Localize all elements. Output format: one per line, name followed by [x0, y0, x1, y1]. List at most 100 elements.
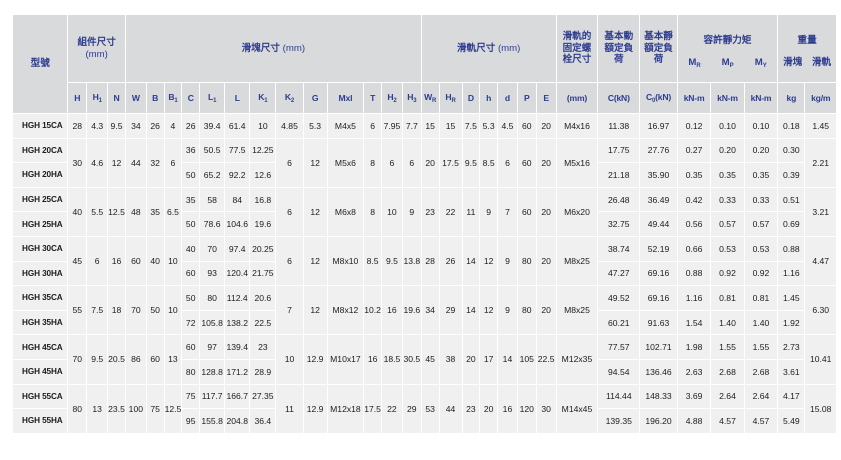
- cell-MP: 2.68: [710, 358, 745, 385]
- cell-N: 23.5: [107, 383, 126, 434]
- cell-h: 8.5: [479, 137, 499, 188]
- moment-subheads: MR MP MY: [678, 57, 776, 71]
- cell-L: 120.4: [224, 260, 251, 287]
- cell-D: 11: [461, 186, 481, 237]
- weight-rail-head: 滑軌: [811, 56, 832, 68]
- cell-wblock: 0.69: [777, 211, 806, 237]
- cell-L: 97.4: [224, 235, 251, 262]
- cell-MY: 0.81: [743, 285, 779, 311]
- cell-d: 4.5: [497, 113, 518, 139]
- cell-C0: 148.33: [639, 383, 678, 410]
- cell-B: 50: [145, 285, 165, 336]
- cell-H: 28: [67, 113, 88, 139]
- cell-H2: 10: [380, 186, 403, 237]
- cell-WR: 34: [420, 285, 440, 336]
- cell-P: 60: [516, 113, 537, 139]
- table-row: HGH 15CA 28 4.3 9.5 34 26 4 26 39.4 61.4 10 4.85 5.3…: [12, 113, 837, 139]
- cell-d: 14: [497, 334, 518, 385]
- cell-L1: 80: [199, 285, 226, 311]
- col-H: H: [67, 82, 88, 114]
- cell-B1: 10: [163, 235, 183, 287]
- model-cell: HGH 20HA: [12, 162, 69, 188]
- cell-C_kN: 38.74: [597, 235, 641, 262]
- cell-C0: 136.46: [639, 358, 678, 385]
- cell-N: 12.5: [107, 186, 126, 237]
- cell-G: 12: [302, 235, 328, 287]
- cell-W: 100: [124, 383, 147, 434]
- cell-H1: 9.5: [86, 334, 109, 385]
- cell-C_kN: 17.75: [597, 137, 641, 164]
- moment-header: 容許靜力矩 MR MP MY: [676, 14, 779, 83]
- cell-D: 7.5: [461, 113, 481, 139]
- table-row: HGH 55CA 80 13 23.5 100 75 12.5 75 117.7 166.7 27.…: [12, 383, 837, 434]
- col-P: P: [516, 82, 537, 114]
- cell-L: 139.4: [224, 334, 251, 360]
- cell-H1: 13: [86, 383, 109, 434]
- cell-L1: 78.6: [199, 211, 226, 237]
- cell-wrail: 1.45: [804, 113, 837, 139]
- cell-C0: 52.19: [639, 235, 678, 262]
- cell-N: 16: [107, 235, 126, 287]
- cell-C_kN: 60.21: [597, 309, 641, 336]
- cell-L1: 155.8: [199, 408, 226, 434]
- cell-H2: 16: [380, 285, 403, 336]
- cell-K1: 28.9: [249, 358, 277, 385]
- cell-MP: 0.57: [710, 211, 745, 237]
- model-cell: HGH 45HA: [12, 358, 69, 385]
- cell-T: 16: [363, 334, 382, 385]
- cell-G: 12: [302, 285, 328, 336]
- cell-K2: 10: [275, 334, 304, 385]
- cell-W: 60: [124, 235, 147, 287]
- cell-P: 60: [516, 186, 537, 237]
- cell-L: 204.8: [224, 408, 251, 434]
- cell-P: 80: [516, 235, 537, 287]
- table-row: HGH 30CA 45 6 16 60 40 10 40 70 97.4 20.25 6 12 M8x10…: [12, 235, 837, 287]
- cell-K2: 6: [275, 137, 304, 188]
- cell-T: 8: [363, 186, 382, 237]
- cell-C: 36: [181, 137, 201, 164]
- cell-bolt: M8x25: [555, 235, 599, 287]
- cell-E: 20: [535, 186, 557, 237]
- weight-label: 重量: [797, 35, 817, 46]
- cell-K1: 10: [249, 113, 277, 139]
- model-cell: HGH 25CA: [12, 186, 69, 213]
- cell-WR: 20: [420, 137, 440, 188]
- model-cell: HGH 35CA: [12, 285, 69, 311]
- assembly-dim-header: 組件尺寸 (mm): [67, 14, 126, 83]
- cell-B1: 12.5: [163, 383, 183, 434]
- assembly-label: 組件尺寸: [77, 36, 116, 48]
- block-dim-header: 滑塊尺寸 (mm): [124, 14, 422, 83]
- cell-C_kN: 114.44: [597, 383, 641, 410]
- cell-MP: 2.64: [710, 383, 745, 410]
- cell-Mxl: M12x18: [326, 383, 365, 434]
- table-row: HGH 25CA 40 5.5 12.5 48 35 6.5 35 58 84 16.8 6 12 M6x…: [12, 186, 837, 237]
- cell-L: 92.2: [224, 162, 251, 188]
- cell-C0: 36.49: [639, 186, 678, 213]
- cell-wrail: 10.41: [804, 334, 837, 385]
- col-B: B: [145, 82, 165, 114]
- cell-MY: 2.64: [743, 383, 779, 410]
- cell-T: 17.5: [363, 383, 382, 434]
- cell-K2: 4.85: [275, 113, 304, 139]
- cell-B1: 6: [163, 137, 183, 188]
- cell-C: 50: [181, 162, 201, 188]
- cell-C0: 49.44: [639, 211, 678, 237]
- col-bolt-unit: (mm): [555, 82, 599, 114]
- cell-E: 20: [535, 235, 557, 287]
- cell-wrail: 4.47: [804, 235, 837, 287]
- col-d: d: [497, 82, 518, 114]
- cell-T: 6: [363, 113, 382, 139]
- assembly-unit: (mm): [85, 48, 108, 60]
- cell-MR: 0.88: [676, 260, 712, 287]
- cell-bolt: M8x25: [555, 285, 599, 336]
- model-cell: HGH 45CA: [12, 334, 69, 360]
- cell-H2: 18.5: [380, 334, 403, 385]
- cell-bolt: M14x45: [555, 383, 599, 434]
- cell-wblock: 0.51: [777, 186, 806, 213]
- cell-L: 138.2: [224, 309, 251, 336]
- cell-MR: 1.98: [676, 334, 712, 360]
- cell-H3: 19.6: [401, 285, 422, 336]
- cell-T: 10.2: [363, 285, 382, 336]
- cell-G: 12.9: [302, 334, 328, 385]
- cell-C: 80: [181, 358, 201, 385]
